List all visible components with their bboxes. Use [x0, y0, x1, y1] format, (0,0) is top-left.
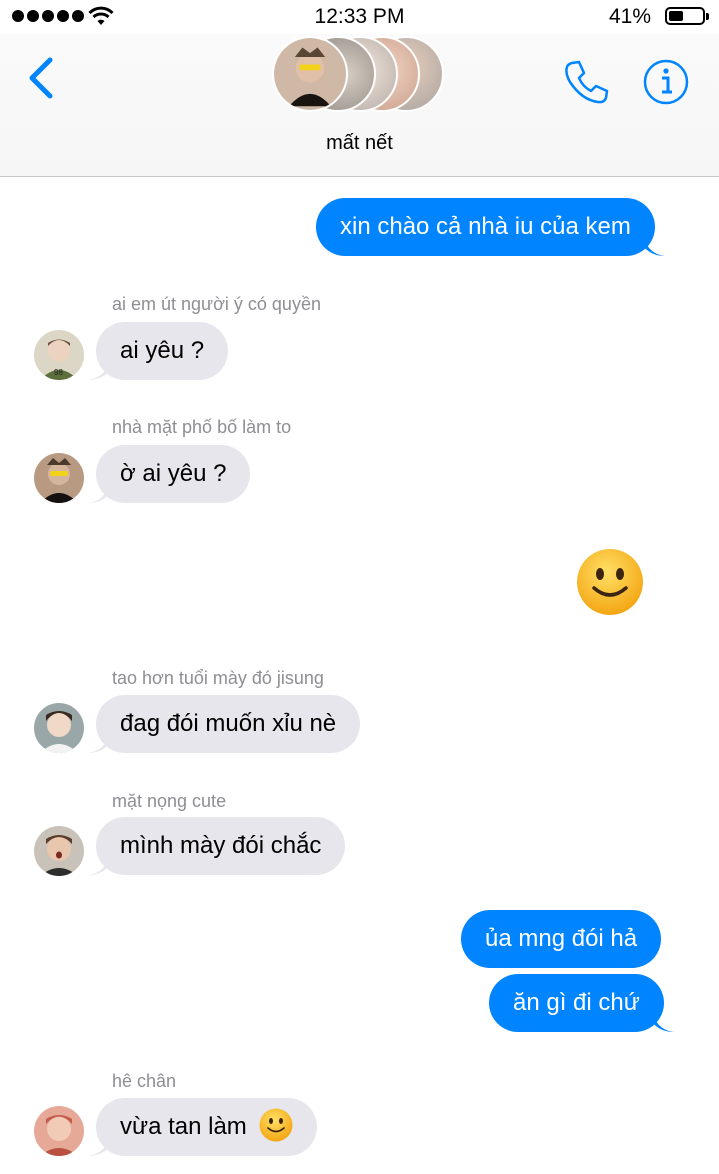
outgoing-message[interactable]: ủa mng đói hả	[461, 910, 662, 968]
sender-name: mặt nọng cute	[112, 791, 227, 811]
message-text: ăn gì đi chứ	[513, 989, 640, 1016]
smile-emoji-icon[interactable]	[576, 548, 644, 616]
incoming-message[interactable]: mình mày đói chắc	[88, 817, 346, 875]
conversation-header: mất nết	[0, 34, 719, 177]
incoming-message[interactable]: vừa tan làm	[88, 1098, 318, 1156]
bubble-tail	[88, 731, 110, 753]
message-text: vừa tan làm	[120, 1113, 247, 1140]
status-bar: 12:33 PM 41%	[0, 0, 719, 34]
bubble-tail	[642, 234, 665, 256]
avatar[interactable]: 98	[34, 330, 84, 380]
message-text: xin chào cả nhà iu của kem	[340, 213, 631, 240]
smile-emoji-icon	[259, 1108, 293, 1142]
message-text: ai yêu ?	[120, 337, 205, 364]
info-icon[interactable]	[642, 58, 690, 106]
message-text: mình mày đói chắc	[120, 832, 322, 859]
avatar[interactable]	[34, 1106, 84, 1156]
sender-name: nhà mặt phố bố làm to	[112, 417, 292, 437]
bubble-tail	[88, 481, 110, 503]
incoming-message[interactable]: ai yêu ?	[88, 322, 229, 380]
group-name[interactable]: mất nết	[0, 132, 719, 155]
avatar[interactable]	[34, 826, 84, 876]
bubble-tail	[88, 358, 110, 380]
group-avatar-stack[interactable]	[272, 36, 452, 116]
sender-name: hê chân	[112, 1071, 177, 1091]
battery-percentage: 41%	[608, 5, 651, 28]
group-avatar-main	[272, 36, 348, 112]
sender-name: tao hơn tuổi mày đó jisung	[112, 668, 324, 688]
bubble-tail	[88, 853, 110, 875]
message-text: ờ ai yêu ?	[120, 460, 227, 487]
sender-name: ai em út người ý có quyền	[112, 294, 321, 314]
avatar[interactable]	[34, 703, 84, 753]
battery-icon	[665, 7, 709, 25]
phone-icon[interactable]	[562, 58, 610, 106]
incoming-message[interactable]: ờ ai yêu ?	[88, 445, 251, 503]
message-text: đag đói muốn xỉu nè	[120, 710, 337, 737]
svg-text:98: 98	[54, 368, 63, 377]
incoming-message[interactable]: đag đói muốn xỉu nè	[88, 695, 361, 753]
bubble-tail	[651, 1010, 674, 1032]
message-text: ủa mng đói hả	[485, 925, 638, 952]
outgoing-message[interactable]: xin chào cả nhà iu của kem	[316, 198, 665, 256]
outgoing-message[interactable]: ăn gì đi chứ	[489, 974, 674, 1032]
avatar[interactable]	[34, 453, 84, 503]
back-chevron-icon[interactable]	[22, 56, 58, 100]
bubble-tail	[88, 1134, 110, 1156]
